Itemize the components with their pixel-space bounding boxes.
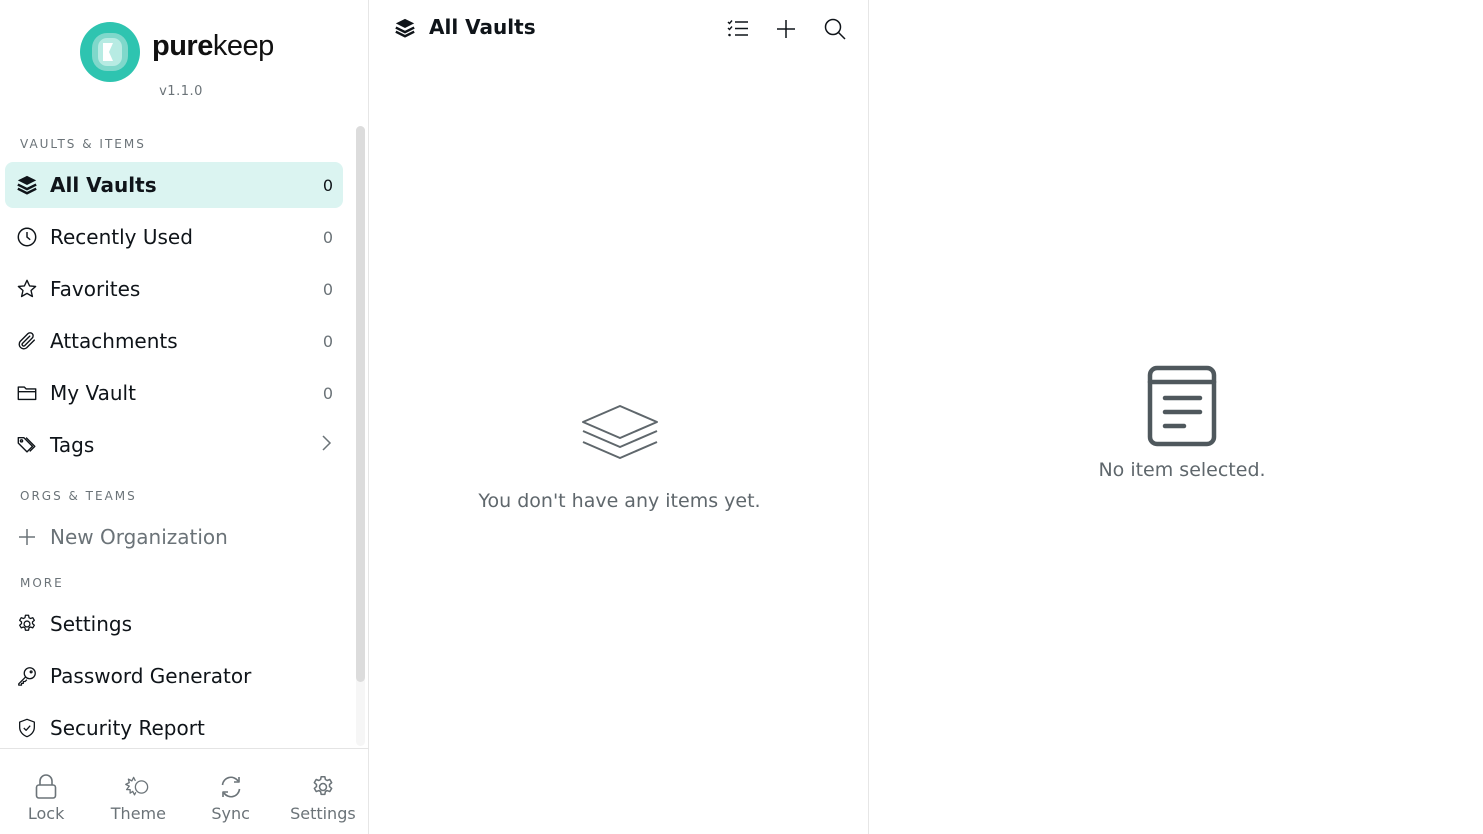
theme-button[interactable]: Theme <box>92 749 184 834</box>
sidebar-item-label: Password Generator <box>50 664 252 688</box>
key-icon <box>15 664 39 688</box>
empty-list-message: You don't have any items yet. <box>478 490 761 512</box>
settings-label: Settings <box>290 804 356 823</box>
search-icon <box>824 18 846 40</box>
sidebar-item-label: My Vault <box>50 381 136 405</box>
brand-name-bold: pure <box>152 30 213 62</box>
sidebar-item-count: 0 <box>322 175 333 195</box>
empty-detail-state: No item selected. <box>870 365 1483 481</box>
sidebar-item-attachments[interactable]: Attachments 0 <box>5 318 343 364</box>
sidebar-item-favorites[interactable]: Favorites 0 <box>5 266 343 312</box>
gear-icon <box>309 773 337 801</box>
sidebar-scrollbar-thumb[interactable] <box>356 126 365 682</box>
sidebar-item-password-generator[interactable]: Password Generator <box>5 653 343 699</box>
no-item-selected-message: No item selected. <box>1098 459 1266 481</box>
list-title: All Vaults <box>429 15 536 39</box>
empty-list-state: You don't have any items yet. <box>370 400 869 512</box>
sidebar-item-my-vault[interactable]: My Vault 0 <box>5 370 343 416</box>
layers-icon <box>15 173 39 197</box>
plus-icon <box>777 20 795 38</box>
layers-icon <box>395 18 415 38</box>
section-title-more: MORE <box>20 576 64 590</box>
purekeep-logo-icon <box>80 22 140 82</box>
add-item-button[interactable] <box>773 16 799 42</box>
new-organization-button[interactable]: New Organization <box>5 514 343 560</box>
sidebar-item-label: Tags <box>50 433 95 457</box>
sidebar-item-recently-used[interactable]: Recently Used 0 <box>5 214 343 260</box>
sidebar-item-settings[interactable]: Settings <box>5 601 343 647</box>
settings-button[interactable]: Settings <box>277 749 369 834</box>
document-icon <box>1147 365 1217 447</box>
gear-icon <box>15 612 39 636</box>
chevron-right-icon <box>319 434 333 456</box>
sidebar-scrollbar[interactable] <box>356 126 365 746</box>
sidebar-item-count: 0 <box>322 383 333 403</box>
sync-icon <box>217 773 245 801</box>
brand-name-light: keep <box>212 30 274 62</box>
list-header: All Vaults <box>370 0 869 58</box>
sync-button[interactable]: Sync <box>185 749 277 834</box>
theme-icon <box>124 773 152 801</box>
brand-name: purekeep <box>152 30 274 63</box>
layers-outline-icon <box>581 405 658 459</box>
paperclip-icon <box>15 329 39 353</box>
sidebar-item-label: New Organization <box>50 525 228 549</box>
tag-icon <box>15 433 39 457</box>
search-button[interactable] <box>822 16 848 42</box>
plus-icon <box>15 525 39 549</box>
section-title-orgs: ORGS & TEAMS <box>20 489 137 503</box>
sidebar-nav: VAULTS & ITEMS All Vaults 0 Recently Use… <box>0 126 356 748</box>
sidebar-item-label: Security Report <box>50 716 205 740</box>
sidebar-item-label: Attachments <box>50 329 178 353</box>
sidebar-item-count: 0 <box>322 331 333 351</box>
shield-check-icon <box>15 716 39 740</box>
sidebar-item-label: All Vaults <box>50 173 157 197</box>
folder-icon <box>15 381 39 405</box>
sidebar-item-all-vaults[interactable]: All Vaults 0 <box>5 162 343 208</box>
bottom-toolbar: Lock Theme Sync Settings <box>0 748 369 834</box>
lock-label: Lock <box>27 804 65 823</box>
lock-icon <box>32 773 60 801</box>
item-detail-pane: No item selected. <box>870 0 1483 834</box>
sidebar-item-label: Favorites <box>50 277 141 301</box>
theme-label: Theme <box>110 804 166 823</box>
sidebar-item-label: Settings <box>50 612 133 636</box>
clock-icon <box>15 225 39 249</box>
section-title-vaults: VAULTS & ITEMS <box>20 137 146 151</box>
select-items-button[interactable] <box>725 16 751 42</box>
sidebar-item-count: 0 <box>322 227 333 247</box>
sidebar-item-tags[interactable]: Tags <box>5 422 343 468</box>
star-icon <box>15 277 39 301</box>
sidebar-item-count: 0 <box>322 279 333 299</box>
lock-button[interactable]: Lock <box>0 749 92 834</box>
brand-header: purekeep v1.1.0 <box>0 0 369 120</box>
app-version: v1.1.0 <box>159 84 203 99</box>
sync-label: Sync <box>211 804 250 823</box>
item-list-pane: All Vaults You don't have any items yet. <box>370 0 869 834</box>
sidebar-item-security-report[interactable]: Security Report <box>5 705 343 748</box>
sidebar-item-label: Recently Used <box>50 225 193 249</box>
checklist-icon <box>727 20 748 37</box>
sidebar: purekeep v1.1.0 VAULTS & ITEMS All Vault… <box>0 0 369 834</box>
